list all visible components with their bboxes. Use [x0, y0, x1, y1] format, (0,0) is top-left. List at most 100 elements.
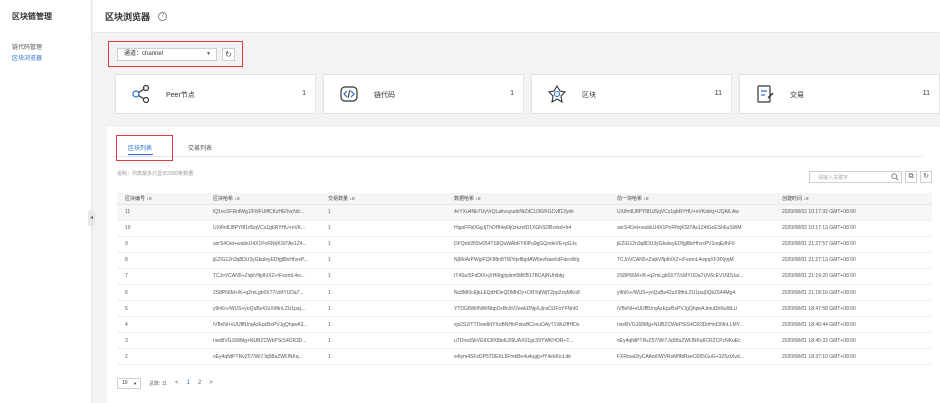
channel-select[interactable]: 通道：channel ▼	[117, 48, 217, 61]
cell-tx-count: 1	[320, 332, 446, 350]
block-table: 区块编号 ↓≡ 区块哈希 ↓≡ 交易数量 ↓≡ 数据哈希 ↓≡ 前一块哈希 ↓≡…	[117, 193, 932, 366]
cell-data-hash: uTDnwlSkVEtlX3fX8bdU09UAX01gc39YWKHOR+T.…	[446, 332, 609, 350]
cell-block-hash: y9hKi+/WUS+yoQuBz42zX9ftnLZU1paj...	[205, 300, 320, 318]
block-icon	[547, 84, 567, 104]
stat-value: 1	[302, 90, 306, 97]
cell-block-number: 10	[117, 220, 205, 237]
column-header-previous-hash[interactable]: 前一块哈希 ↓≡	[609, 193, 774, 205]
cell-tx-count: 1	[320, 316, 446, 334]
cell-created-time: 2020/08/02 10:17:32 GMT+08:00	[774, 204, 932, 221]
column-header-created-time[interactable]: 创建时间 ↓≡	[774, 193, 932, 205]
cell-previous-hash: oEy4qNtPTRvZ57/Wi7Jq5BsZWfJNKq6CRZCPcNKu…	[609, 332, 774, 350]
cell-tx-count: 1	[320, 348, 446, 366]
export-button[interactable]: ⧉	[905, 171, 917, 183]
page-button-1[interactable]: 1	[187, 380, 190, 386]
cell-tx-count: 1	[320, 284, 446, 302]
cell-block-hash: lQ1ncSFRnfWg1/FNFUiffCKzHE0vcNd...	[205, 204, 320, 221]
refresh-icon: ↻	[225, 50, 232, 59]
cell-block-hash: UXifm8J8PYl81dSqVCs1gbRYHU+nVK...	[205, 220, 320, 237]
page-size-value: 10	[122, 379, 128, 386]
chevron-down-icon: ▼	[133, 380, 137, 386]
total-count: 总数: 11	[149, 380, 167, 387]
search-icon[interactable]	[891, 173, 899, 181]
export-icon: ⧉	[908, 173, 914, 180]
sidebar-item-block-explorer[interactable]: 区块浏览器	[0, 54, 91, 65]
table-row[interactable]: 3 nxeBVG168Mg+NUBZCWbPStS4CR3D... 1 uTDnwlS…	[117, 332, 932, 350]
stats-cards: Peer节点 1 链代码 1 区块 11 交易 11	[115, 74, 940, 114]
column-header-tx-count[interactable]: 交易数量 ↓≡	[320, 193, 446, 205]
table-body: 11 lQ1ncSFRnfWg1/FNFUiffCKzHE0vcNd... 1 4vY…	[117, 204, 932, 366]
table-row[interactable]: 6 2S8P66M+/K+q2mLgb0X77/cMYUDa7... 1 Nc8MI0…	[117, 284, 932, 302]
tab-block-list[interactable]: 区块列表	[128, 143, 152, 152]
cell-created-time: 2020/08/01 18:45:33 GMT+08:00	[774, 332, 932, 350]
cell-block-hash: jEZiG12n3q8DU3yGbuleyEDfgjf8vHhvxP...	[205, 252, 320, 269]
next-page-button[interactable]: >	[209, 380, 213, 386]
channel-select-value: 通道：channel	[124, 51, 164, 57]
refresh-button[interactable]: ↻	[920, 171, 932, 183]
refresh-icon: ↻	[923, 173, 929, 180]
cell-tx-count: 1	[320, 252, 446, 269]
cell-data-hash: sjs2S2/TTDwe8dYXoBNHtrPeiwBCceuOAyT1Wu2f…	[446, 316, 609, 334]
table-row[interactable]: 8 jEZiG12n3q8DU3yGbuleyEDfgjf8vHhvxP... 1 N…	[117, 252, 932, 269]
stat-label: 链代码	[374, 92, 395, 99]
list-panel: 区块列表 交易列表 说明：列表最多只显示2000条数据 请输入关键字 ⧉ ↻ 区…	[107, 127, 940, 403]
cell-block-number: 5	[117, 300, 205, 318]
chaincode-icon	[340, 86, 358, 102]
cell-block-number: 7	[117, 268, 205, 285]
search-placeholder: 请输入关键字	[818, 175, 849, 181]
stat-card-transactions: 交易 11	[739, 74, 940, 114]
tab-transaction-list[interactable]: 交易列表	[188, 143, 212, 152]
cell-block-number: 4	[117, 316, 205, 334]
cell-created-time: 2020/08/01 18:37:10 GMT+08:00	[774, 348, 932, 366]
stat-value: 11	[922, 90, 930, 97]
column-header-block-hash[interactable]: 区块哈希 ↓≡	[205, 193, 320, 205]
table-row[interactable]: 11 lQ1ncSFRnfWg1/FNFUiffCKzHE0vcNd... 1 4vY…	[117, 204, 932, 221]
help-icon[interactable]: ?	[158, 11, 168, 21]
table-row[interactable]: 7 TCJoVCAN5+ZiqkVflpIh/XZ+rFsomL4w... 1 IT4…	[117, 268, 932, 285]
stat-label: 区块	[582, 92, 596, 99]
cell-data-hash: HigoFFb0GgJjThDHl4a6Ij0zkzefD1XGhSDBvxkd…	[446, 220, 609, 237]
table-row[interactable]: 4 iVBvNl+vUUfffUrqAzEpzBxPVJgQhpeA3... 1 sj…	[117, 316, 932, 334]
page-size-select[interactable]: 10 ▼	[117, 377, 141, 389]
page-button-2[interactable]: 2	[198, 380, 201, 386]
search-input[interactable]: 请输入关键字	[809, 171, 902, 183]
stat-label: Peer节点	[166, 92, 195, 99]
prev-page-button[interactable]: <	[175, 380, 179, 386]
channel-refresh-button[interactable]: ↻	[222, 48, 235, 61]
active-tab-indicator	[128, 154, 153, 155]
column-header-data-hash[interactable]: 数据哈希 ↓≡	[446, 193, 609, 205]
table-row[interactable]: 5 y9hKi+/WUS+yoQuBz42zX9ftnLZU1paj... 1 YTD…	[117, 300, 932, 318]
pagination: 10 ▼ 总数: 11 < 1 2 >	[117, 377, 213, 389]
cell-data-hash: s4tym4SFzDP57DEKL5FmkBe4u4ugtj+fY4ebK/cL…	[446, 348, 609, 366]
table-row[interactable]: 10 UXifm8J8PYl81dSqVCs1gbRYHU+nVK... 1 Higo…	[117, 220, 932, 237]
cell-data-hash: NjMoArPWgiFQF88n8TWYqvfltgdAW6evNaeKdFde…	[446, 252, 609, 269]
stat-card-chaincode: 链代码 1	[323, 74, 524, 114]
cell-block-number: 8	[117, 252, 205, 269]
sidebar-title: 区块链管理	[12, 12, 52, 21]
sidebar-item-chaincode-management[interactable]: 链代码管理	[0, 43, 91, 54]
chevron-down-icon: ▼	[206, 51, 211, 57]
cell-data-hash: DFQtdr2fl3lv054TS8QuWAbKYt0Pu9gGQodeVE+p…	[446, 236, 609, 253]
cell-tx-count: 1	[320, 236, 446, 253]
cell-previous-hash: iVBvNl+vUUfffUrqAzEpzBxPVJgQhpeAJmuDh6w9…	[609, 300, 774, 318]
cell-previous-hash: y9hKi+/WUS+yoQuBz42zX9ftnLZU1paj0QkZ644M…	[609, 284, 774, 302]
tab-bar: 区块列表 交易列表	[113, 135, 923, 161]
cell-data-hash: IT4SuI5FdDlX+jXH6tgjtydm6MKB17BCAjNUhibt…	[446, 268, 609, 285]
cell-previous-hash: FXRmal3/yCAAm0WVRsMflMRseO265GuG+3Z5ztXv…	[609, 348, 774, 366]
table-row[interactable]: 2 oEy4qNtPTRvZ57/Wi7Jq5BsZWfJNKq... 1 s4tym…	[117, 348, 932, 366]
cell-previous-hash: nxeBVG168Mg+NUBZCWbPStS4CR3DnHrd36fnLLMY…	[609, 316, 774, 334]
cell-created-time: 2020/08/02 10:17:13 GMT+08:00	[774, 220, 932, 237]
cell-created-time: 2020/08/01 21:27:57 GMT+08:00	[774, 236, 932, 253]
column-header-block-number[interactable]: 区块编号 ↓≡	[117, 193, 205, 205]
cell-block-hash: axrS4Oet+wubkU4X1PoRNrjKStTAs1Z4...	[205, 236, 320, 253]
cell-created-time: 2020/08/01 21:27:13 GMT+08:00	[774, 252, 932, 269]
cell-block-number: 9	[117, 236, 205, 253]
page-title: 区块浏览器	[105, 11, 151, 22]
stat-value: 11	[714, 90, 722, 97]
stat-label: 交易	[790, 92, 804, 99]
cell-previous-hash: 2S8P66M+/K+q2mLgb0X77/cMYUDa7UV6cEV16DUa…	[609, 268, 774, 285]
channel-selector-area: 通道：channel ▼ ↻	[108, 41, 243, 67]
table-row[interactable]: 9 axrS4Oet+wubkU4X1PoRNrjKStTAs1Z4... 1 DFQ…	[117, 236, 932, 253]
cell-block-hash: 2S8P66M+/K+q2mLgb0X77/cMYUDa7...	[205, 284, 320, 302]
cell-created-time: 2020/08/01 21:18:16 GMT+08:00	[774, 284, 932, 302]
